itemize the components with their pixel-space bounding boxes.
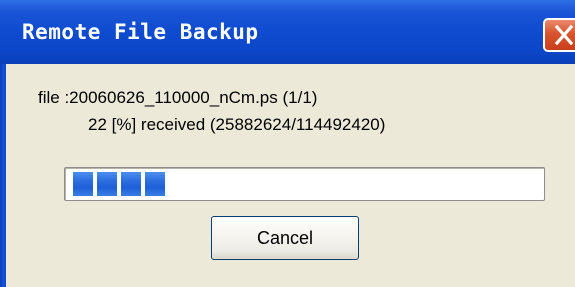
close-button[interactable] (543, 18, 575, 52)
dialog-body: file :20060626_110000_nCm.ps (1/1) 22 [%… (6, 64, 575, 287)
progress-block (73, 172, 93, 196)
progress-fill (73, 172, 165, 196)
progress-block (121, 172, 141, 196)
received-status-text: 22 [%] received (25882624/114492420) (88, 115, 386, 134)
remote-file-backup-dialog: Remote File Backup file :20060626_110000… (0, 0, 575, 287)
close-icon (554, 24, 574, 46)
title-bar[interactable]: Remote File Backup (0, 0, 575, 64)
window-title: Remote File Backup (22, 20, 259, 44)
file-name-text: file :20060626_110000_nCm.ps (1/1) (38, 88, 318, 107)
cancel-button[interactable]: Cancel (211, 216, 359, 260)
progress-block (145, 172, 165, 196)
progress-block (97, 172, 117, 196)
progress-bar (64, 167, 545, 201)
